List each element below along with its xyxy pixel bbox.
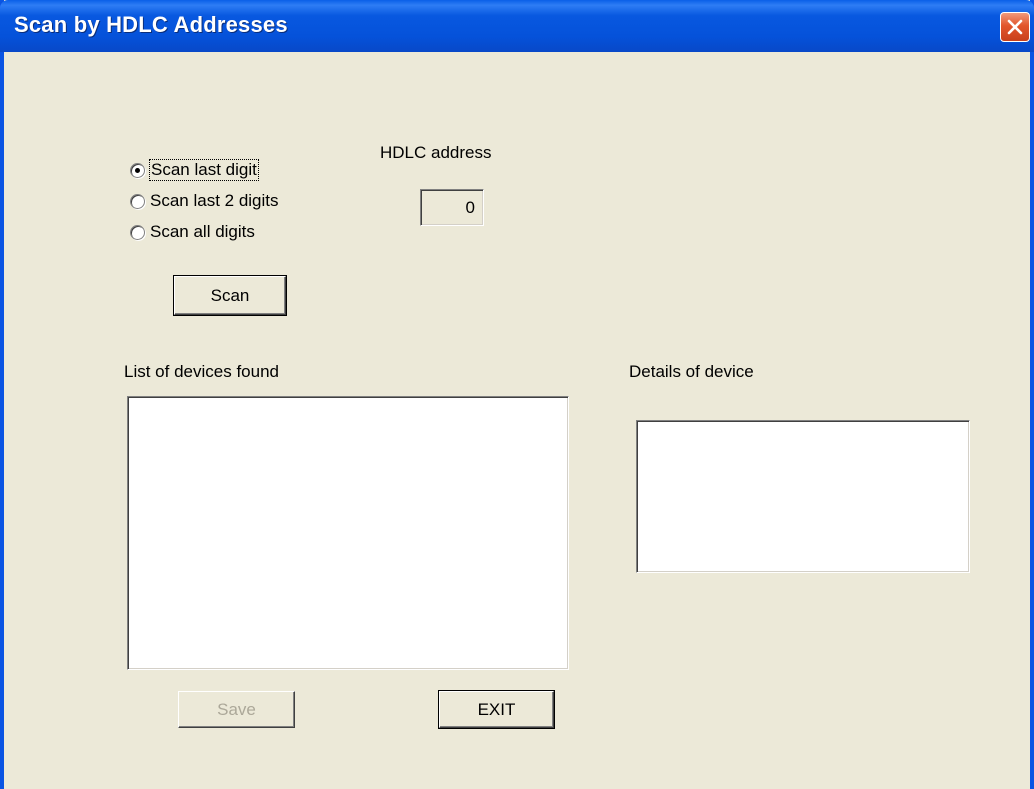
exit-button[interactable]: EXIT: [439, 691, 554, 728]
title-bar[interactable]: Scan by HDLC Addresses: [0, 0, 1034, 52]
radio-scan-last-digit[interactable]: Scan last digit: [130, 159, 259, 181]
radio-label: Scan all digits: [150, 222, 255, 241]
close-button[interactable]: [1000, 12, 1030, 42]
radio-label: Scan last digit: [149, 159, 259, 181]
radio-label: Scan last 2 digits: [150, 191, 279, 210]
radio-unselected-icon: [130, 193, 145, 209]
dialog-window: Scan by HDLC Addresses Scan last digit S…: [0, 0, 1034, 789]
window-title: Scan by HDLC Addresses: [14, 12, 288, 37]
devices-listbox[interactable]: [127, 396, 569, 670]
radio-selected-icon: [130, 162, 145, 178]
radio-unselected-icon: [130, 224, 145, 240]
details-label: Details of device: [629, 362, 754, 381]
hdlc-address-field: 0: [420, 189, 484, 226]
radio-scan-last-2-digits[interactable]: Scan last 2 digits: [130, 191, 279, 211]
save-button[interactable]: Save: [178, 691, 295, 728]
radio-scan-all-digits[interactable]: Scan all digits: [130, 222, 255, 242]
details-box[interactable]: [636, 420, 970, 573]
devices-list-label: List of devices found: [124, 362, 279, 381]
scan-button[interactable]: Scan: [174, 276, 286, 315]
hdlc-address-label: HDLC address: [380, 143, 492, 162]
close-icon: [1007, 19, 1023, 35]
